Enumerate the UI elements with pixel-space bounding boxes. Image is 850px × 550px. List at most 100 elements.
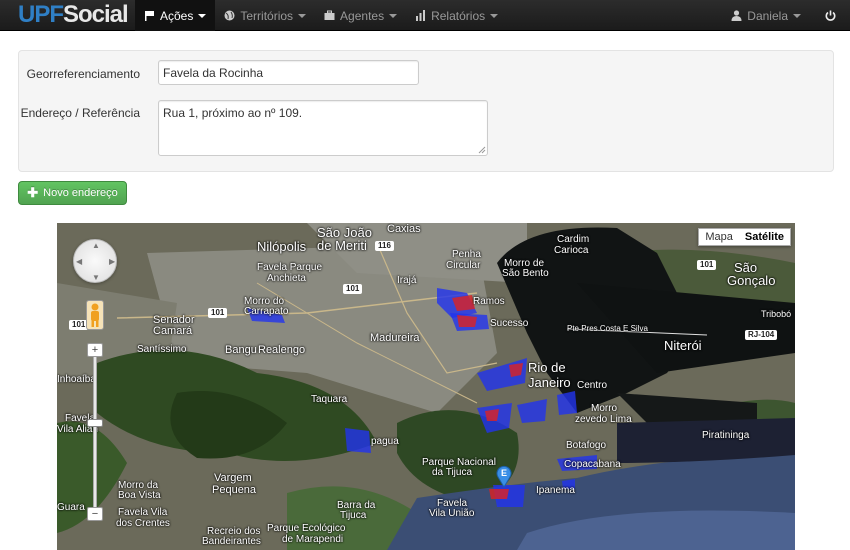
bar-chart-icon <box>416 10 426 21</box>
nav-item-relatorios[interactable]: Relatórios <box>406 0 507 31</box>
user-icon <box>731 10 742 21</box>
map-label: Boa Vista <box>118 490 161 501</box>
address-textarea[interactable]: Rua 1, próximo ao nº 109. <box>158 100 488 156</box>
map-label: Madureira <box>370 332 420 344</box>
map-label: Favela Parque <box>257 262 323 273</box>
nav-item-acoes[interactable]: Ações <box>135 0 216 31</box>
map-label: Bandeirantes <box>202 536 261 547</box>
map-label: Ramos <box>473 296 505 307</box>
map-label: Carioca <box>554 245 589 256</box>
map-label: Tijuca <box>340 510 367 521</box>
map-label: Penha <box>452 249 481 260</box>
georef-label: Georreferenciamento <box>26 67 140 81</box>
brand-part1: UPF <box>18 1 64 28</box>
map-label: Ipanema <box>536 485 575 496</box>
plus-icon: ✚ <box>27 185 39 200</box>
nav-item-territorios[interactable]: Territórios <box>215 0 315 31</box>
map-type-control: Mapa Satélite <box>698 228 791 246</box>
resize-handle-icon[interactable] <box>478 146 486 154</box>
chevron-down-icon <box>389 14 398 18</box>
map-label: Bangu <box>225 344 257 356</box>
highway-shield: 101 <box>697 260 717 270</box>
chevron-down-icon <box>298 14 307 18</box>
nav-label-territorios: Territórios <box>240 8 294 23</box>
map-marker-letter: E <box>501 468 507 478</box>
power-icon <box>825 10 835 21</box>
map-label: Rio de <box>528 360 566 375</box>
chevron-down-icon <box>793 14 801 18</box>
zoom-out-button[interactable]: − <box>87 507 103 521</box>
brand-part2: Social <box>63 1 129 28</box>
map-label: zevedo Lima <box>575 414 632 425</box>
user-menu[interactable]: Daniela <box>722 0 810 31</box>
address-form-panel: Georreferenciamento Favela da Rocinha En… <box>18 50 834 172</box>
globe-icon <box>224 10 235 21</box>
user-name: Daniela <box>747 8 788 23</box>
map-label: Botafogo <box>566 440 607 451</box>
map-label: Guara <box>57 502 85 513</box>
map-label: Parque Ecológico <box>267 523 346 534</box>
map-label: Camará <box>153 325 193 337</box>
map-label: dos Crentes <box>116 518 170 529</box>
highway-shield: 116 <box>375 241 394 251</box>
nav-label-relatorios: Relatórios <box>431 8 486 23</box>
brand-logo[interactable]: UPFSocial <box>18 1 129 29</box>
map-label: Gonçalo <box>727 273 776 288</box>
pan-left-icon[interactable]: ◀ <box>76 257 82 266</box>
highway-shield: 101 <box>208 308 228 318</box>
chevron-down-icon <box>198 14 207 18</box>
map-label: Sucesso <box>490 318 529 329</box>
map-label: de Meriti <box>317 238 367 253</box>
map-label: Caxias <box>387 223 421 235</box>
map-label: Irajá <box>397 275 417 286</box>
map-label: Taquara <box>311 394 348 405</box>
pan-down-icon[interactable]: ▼ <box>92 273 100 282</box>
chevron-down-icon <box>490 14 499 18</box>
zoom-slider-handle[interactable] <box>87 419 103 427</box>
logout-button[interactable] <box>810 0 850 31</box>
user-nav: Daniela <box>722 0 850 31</box>
highway-shield: RJ-104 <box>745 330 778 340</box>
nav-item-agentes[interactable]: Agentes <box>315 0 406 31</box>
pan-control[interactable]: ▲ ▼ ◀ ▶ <box>73 239 117 283</box>
top-navbar: UPFSocial Ações Territórios Agentes Rela… <box>0 0 850 31</box>
zoom-in-button[interactable]: + <box>87 343 103 357</box>
map-label: Vargem <box>214 472 252 484</box>
zoom-slider-track[interactable] <box>93 353 97 509</box>
satellite-map[interactable]: Caxias São João de Meriti Nilópolis Fave… <box>57 223 795 550</box>
main-nav: Ações Territórios Agentes Relatórios <box>135 0 507 31</box>
map-label: Niterói <box>664 338 702 353</box>
map-label: Inhoaíba <box>57 374 96 385</box>
map-label: Pte Pres Costa E Silva <box>567 324 648 333</box>
flag-icon <box>145 11 154 21</box>
nav-label-acoes: Ações <box>160 8 194 23</box>
map-label: Favela Vila <box>118 507 168 518</box>
address-text: Rua 1, próximo ao nº 109. <box>163 106 303 120</box>
map-label: Carrapato <box>244 306 289 317</box>
map-label: Cardim <box>557 234 590 245</box>
georef-input[interactable]: Favela da Rocinha <box>158 60 419 85</box>
map-label: Tribobó <box>761 309 792 319</box>
new-address-button[interactable]: ✚ Novo endereço <box>18 181 127 205</box>
nav-label-agentes: Agentes <box>340 8 385 23</box>
map-label: Circular <box>446 260 481 271</box>
pan-right-icon[interactable]: ▶ <box>109 257 115 266</box>
map-label: Santíssimo <box>137 344 187 355</box>
map-type-map-button[interactable]: Mapa <box>699 229 739 245</box>
pan-up-icon[interactable]: ▲ <box>92 241 100 250</box>
map-marker-icon[interactable]: E <box>495 464 513 488</box>
address-label: Endereço / Referência <box>20 106 140 120</box>
street-view-pegman-icon[interactable] <box>86 300 104 330</box>
map-label: da Tijuca <box>432 467 473 478</box>
map-label: pagua <box>371 436 399 447</box>
new-address-label: Novo endereço <box>43 187 118 199</box>
map-imagery <box>57 223 795 550</box>
map-label: Piratininga <box>702 430 750 441</box>
map-label: Pequena <box>212 484 257 496</box>
map-label: Copacabana <box>564 459 621 470</box>
map-label: São Bento <box>502 268 549 279</box>
map-type-satellite-button[interactable]: Satélite <box>738 229 790 245</box>
briefcase-icon <box>324 10 335 20</box>
map-label: Anchieta <box>267 273 306 284</box>
map-label: Janeiro <box>528 375 571 390</box>
